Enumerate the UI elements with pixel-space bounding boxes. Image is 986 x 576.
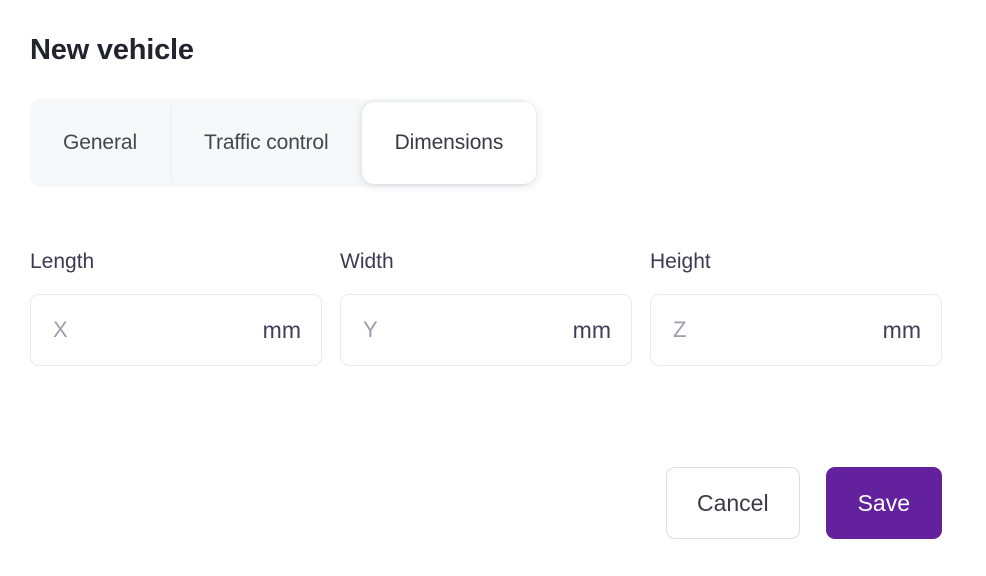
length-unit-suffix: mm (262, 316, 301, 343)
tab-bar: General Traffic control Dimensions (30, 99, 537, 187)
tab-general[interactable]: General (30, 99, 170, 187)
field-length: Length mm (30, 248, 322, 366)
save-button[interactable]: Save (825, 467, 942, 539)
tab-traffic-control[interactable]: Traffic control (170, 99, 362, 187)
length-input[interactable] (53, 295, 253, 365)
length-input-wrapper[interactable]: mm (30, 294, 322, 366)
field-width: Width mm (340, 248, 632, 366)
width-unit-suffix: mm (572, 316, 611, 343)
height-input-wrapper[interactable]: mm (650, 294, 942, 366)
page-title: New vehicle (30, 34, 194, 66)
height-label: Height (650, 250, 711, 273)
dimensions-fields: Length mm Width mm Height mm (30, 248, 942, 366)
height-input[interactable] (673, 295, 873, 365)
width-input[interactable] (363, 295, 563, 365)
new-vehicle-dialog: New vehicle General Traffic control Dime… (0, 0, 986, 576)
field-height: Height mm (650, 248, 942, 366)
width-label: Width (340, 250, 394, 273)
width-input-wrapper[interactable]: mm (340, 294, 632, 366)
length-label: Length (30, 250, 95, 273)
height-unit-suffix: mm (882, 316, 921, 343)
tab-dimensions[interactable]: Dimensions (361, 102, 537, 184)
dialog-actions: Cancel Save (665, 467, 942, 539)
cancel-button[interactable]: Cancel (665, 467, 800, 539)
